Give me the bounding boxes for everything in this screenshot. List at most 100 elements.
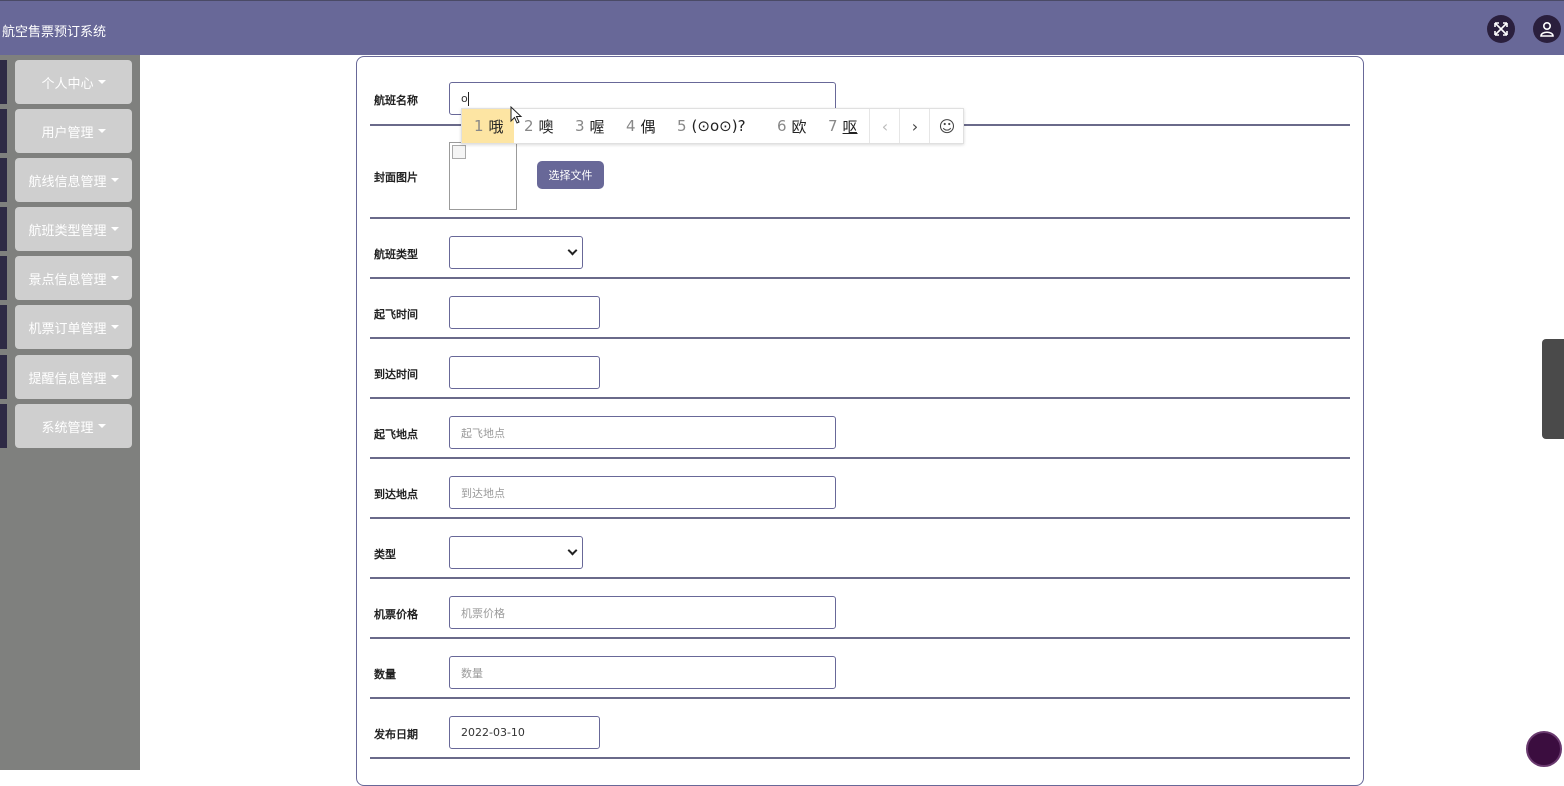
sidebar-item-attraction-management[interactable]: 景点信息管理	[15, 256, 132, 300]
caret-down-icon	[110, 325, 119, 329]
ime-candidate[interactable]: 7呕	[828, 109, 858, 143]
mouse-cursor-icon	[510, 106, 523, 124]
ime-candidate-number: 5	[677, 117, 687, 135]
floating-chat-button[interactable]	[1526, 731, 1562, 767]
row-divider	[370, 397, 1350, 399]
departure-time-label: 起飞时间	[374, 308, 418, 321]
row-divider	[370, 697, 1350, 699]
ime-prev-page-icon[interactable]: ‹	[869, 109, 900, 143]
sidebar-item-user-management[interactable]: 用户管理	[15, 109, 132, 153]
cover-image-preview	[449, 142, 517, 210]
caret-down-icon	[97, 424, 106, 428]
row-divider	[370, 517, 1350, 519]
sidebar-item-reminder-management[interactable]: 提醒信息管理	[15, 355, 132, 399]
app-title: 航空售票预订系统	[2, 25, 107, 40]
row-divider	[370, 577, 1350, 579]
ime-candidate-text: 哦	[488, 117, 504, 136]
departure-place-input[interactable]: 起飞地点	[449, 416, 836, 449]
sidebar-item-label: 用户管理	[41, 125, 94, 141]
arrival-place-label: 到达地点	[374, 488, 418, 501]
user-icon[interactable]	[1533, 15, 1561, 43]
sidebar-item-system-management[interactable]: 系统管理	[15, 404, 132, 448]
type-select[interactable]	[449, 536, 583, 569]
sidebar-item-flight-type-management[interactable]: 航班类型管理	[15, 207, 132, 251]
flight-type-label: 航班类型	[374, 248, 418, 261]
ime-candidate-text: 呕	[842, 117, 858, 136]
arrival-time-input[interactable]	[449, 356, 600, 389]
ime-candidate-text: 噢	[538, 117, 554, 136]
menu-marker	[0, 109, 7, 153]
sidebar-item-label: 提醒信息管理	[28, 371, 107, 387]
broken-image-icon	[452, 145, 466, 159]
menu-marker	[0, 158, 7, 202]
ime-candidate[interactable]: 6欧	[777, 109, 807, 143]
type-label: 类型	[374, 548, 396, 561]
caret-down-icon	[97, 129, 106, 133]
ime-candidate-text: 欧	[791, 117, 807, 136]
row-divider	[370, 277, 1350, 279]
flight-name-label: 航班名称	[374, 94, 418, 107]
ime-candidate-number: 6	[777, 117, 787, 135]
departure-place-placeholder: 起飞地点	[461, 426, 505, 440]
caret-down-icon	[97, 80, 106, 84]
row-divider	[370, 457, 1350, 459]
caret-down-icon	[110, 178, 119, 182]
sidebar-item-personal-center[interactable]: 个人中心	[15, 60, 132, 104]
arrival-time-label: 到达时间	[374, 368, 418, 381]
menu-marker	[0, 404, 7, 448]
user-glyph	[1540, 21, 1554, 37]
sidebar-item-label: 系统管理	[41, 420, 94, 436]
sidebar-item-route-management[interactable]: 航线信息管理	[15, 158, 132, 202]
row-divider	[370, 217, 1350, 219]
cover-image-label: 封面图片	[374, 171, 418, 184]
arrival-place-input[interactable]: 到达地点	[449, 476, 836, 509]
quantity-input[interactable]: 数量	[449, 656, 836, 689]
side-panel-tab[interactable]	[1542, 339, 1564, 439]
departure-place-label: 起飞地点	[374, 428, 418, 441]
row-divider	[370, 337, 1350, 339]
sidebar-item-label: 航班类型管理	[28, 223, 107, 239]
ime-candidate[interactable]: 1哦	[462, 109, 514, 143]
expand-arrows-icon[interactable]	[1487, 15, 1515, 43]
ime-candidate-number: 4	[626, 117, 636, 135]
row-divider	[370, 757, 1350, 759]
menu-marker	[0, 305, 7, 349]
caret-down-icon	[110, 227, 119, 231]
publish-date-label: 发布日期	[374, 728, 418, 741]
sidebar-item-ticket-order-management[interactable]: 机票订单管理	[15, 305, 132, 349]
arrival-place-placeholder: 到达地点	[461, 486, 505, 500]
departure-time-input[interactable]	[449, 296, 600, 329]
ime-candidate-text: 喔	[589, 117, 605, 136]
caret-down-icon	[110, 276, 119, 280]
ime-emoji-icon[interactable]: ☺	[929, 109, 964, 143]
choose-file-button[interactable]: 选择文件	[537, 161, 604, 189]
ime-next-page-icon[interactable]: ›	[899, 109, 930, 143]
top-header-bar: 航空售票预订系统	[0, 0, 1564, 55]
chevron-down-icon	[567, 545, 578, 556]
menu-marker	[0, 60, 7, 104]
publish-date-input[interactable]: 2022-03-10	[449, 716, 600, 749]
ime-candidate-number: 1	[474, 117, 484, 135]
ime-candidate[interactable]: 3喔	[575, 109, 605, 143]
ticket-price-label: 机票价格	[374, 608, 418, 621]
ime-candidate-text: 偶	[640, 117, 656, 136]
ime-candidate[interactable]: 2噢	[524, 109, 554, 143]
quantity-label: 数量	[374, 668, 396, 681]
menu-marker	[0, 355, 7, 399]
ime-candidate-number: 3	[575, 117, 585, 135]
caret-down-icon	[110, 375, 119, 379]
flight-type-select[interactable]	[449, 236, 583, 269]
flight-name-value: o	[461, 92, 468, 105]
ime-candidate[interactable]: 5 (⊙o⊙)?	[677, 109, 746, 143]
ime-candidate[interactable]: 4偶	[626, 109, 656, 143]
quantity-placeholder: 数量	[461, 666, 483, 680]
expand-arrows-glyph	[1494, 22, 1508, 36]
sidebar-item-label: 景点信息管理	[28, 272, 107, 288]
ticket-price-placeholder: 机票价格	[461, 606, 505, 620]
row-divider	[370, 637, 1350, 639]
sidebar-item-label: 机票订单管理	[28, 321, 107, 337]
ime-candidate-text: (⊙o⊙)?	[691, 117, 746, 135]
ticket-price-input[interactable]: 机票价格	[449, 596, 836, 629]
text-caret	[467, 91, 469, 106]
chevron-down-icon	[567, 245, 578, 256]
